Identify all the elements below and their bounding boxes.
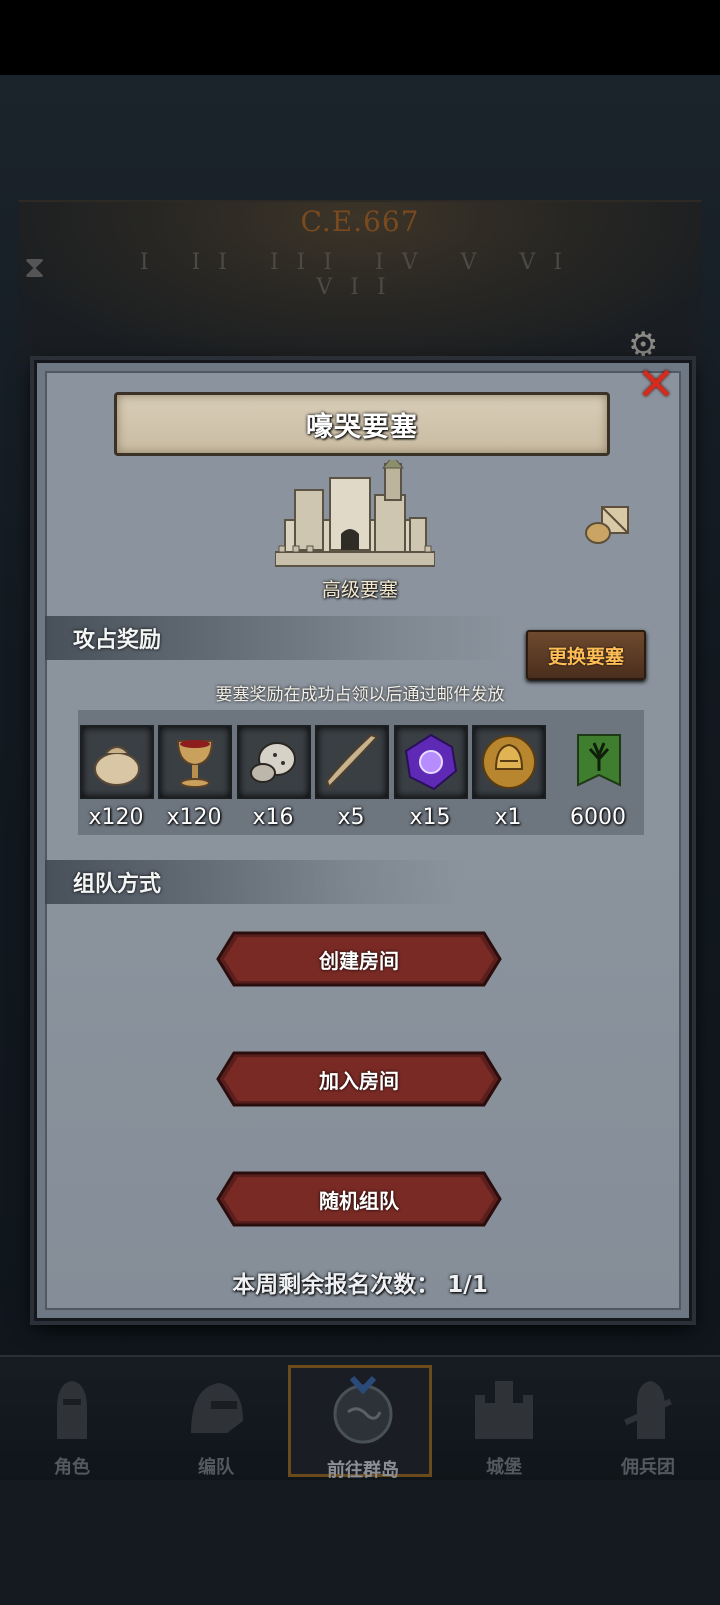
reward-item[interactable]: x1 bbox=[472, 725, 546, 830]
reward-item[interactable]: x120 bbox=[80, 725, 154, 830]
reward-note: 要塞奖励在成功占领以后通过邮件发放 bbox=[215, 685, 505, 705]
nav-item-islands[interactable]: 前往群岛 bbox=[288, 1365, 432, 1481]
globe-icon bbox=[333, 1376, 393, 1444]
reward-qty: x120 bbox=[166, 805, 222, 830]
close-icon: ✕ bbox=[636, 357, 676, 411]
create-room-label: 创建房间 bbox=[319, 948, 399, 973]
reward-qty: x15 bbox=[409, 805, 451, 830]
hourglass-icon: ⧗ bbox=[24, 250, 46, 285]
title-banner: 嚎哭要塞 bbox=[114, 392, 610, 456]
join-room-label: 加入房间 bbox=[319, 1068, 399, 1093]
close-button[interactable]: ✕ bbox=[634, 361, 678, 407]
reward-qty: 6000 bbox=[570, 805, 626, 830]
tree-banner-icon bbox=[577, 734, 621, 787]
reward-section-header: 攻占奖励 bbox=[45, 616, 515, 660]
signup-count: 1/1 bbox=[447, 1272, 488, 1298]
fortress-icon bbox=[275, 460, 435, 567]
nav-item-mercenary[interactable]: 佣兵团 bbox=[576, 1365, 720, 1478]
mercenary-icon bbox=[624, 1381, 672, 1439]
knight-icon bbox=[57, 1381, 87, 1439]
team-section-header: 组队方式 bbox=[45, 860, 465, 904]
reward-qty: x5 bbox=[337, 805, 365, 830]
supply-icon[interactable] bbox=[584, 503, 632, 545]
join-room-button[interactable]: 加入房间 bbox=[216, 1051, 502, 1107]
nav-item-castle[interactable]: 城堡 bbox=[432, 1365, 576, 1478]
nav-item-character[interactable]: 角色 bbox=[0, 1365, 144, 1478]
dial-decoration: I II III IV V VI VII bbox=[139, 250, 581, 300]
reward-qty: x1 bbox=[494, 805, 522, 830]
status-bar bbox=[0, 0, 720, 75]
nav-label: 佣兵团 bbox=[621, 1457, 675, 1478]
goblet-icon bbox=[176, 740, 214, 788]
sack-icon bbox=[94, 746, 140, 786]
nav-label: 角色 bbox=[54, 1457, 90, 1478]
signup-label: 本周剩余报名次数： bbox=[232, 1272, 440, 1298]
nav-label: 城堡 bbox=[486, 1457, 522, 1478]
fortress-grade: 高级要塞 bbox=[321, 579, 398, 601]
signup-remaining: 本周剩余报名次数： 1/1 bbox=[0, 1265, 720, 1299]
era-label: C.E.667 bbox=[300, 205, 420, 238]
create-room-button[interactable]: 创建房间 bbox=[216, 931, 502, 987]
nav-item-formation[interactable]: 编队 bbox=[144, 1365, 288, 1478]
random-team-button[interactable]: 随机组队 bbox=[216, 1171, 502, 1227]
reward-item[interactable]: x120 bbox=[158, 725, 232, 830]
reward-qty: x120 bbox=[88, 805, 144, 830]
nav-label: 编队 bbox=[198, 1457, 234, 1478]
reward-section-title: 攻占奖励 bbox=[73, 628, 162, 653]
helmet-icon bbox=[191, 1383, 243, 1433]
purple-crystal-icon bbox=[404, 733, 458, 791]
castle-icon bbox=[475, 1381, 533, 1439]
reward-item[interactable]: x16 bbox=[237, 725, 311, 830]
horn-icon bbox=[325, 733, 379, 789]
reward-item[interactable]: x5 bbox=[315, 725, 389, 830]
nav-label: 前往群岛 bbox=[327, 1460, 399, 1481]
ore-icon bbox=[250, 742, 296, 783]
dialog-title: 嚎哭要塞 bbox=[306, 411, 418, 443]
bottom-area bbox=[0, 1480, 720, 1605]
helmet-coin-icon bbox=[482, 735, 536, 789]
random-team-label: 随机组队 bbox=[319, 1188, 399, 1213]
team-section-title: 组队方式 bbox=[73, 872, 162, 897]
reward-item[interactable]: x15 bbox=[394, 725, 468, 830]
reward-item[interactable]: 6000 bbox=[562, 725, 634, 830]
change-fortress-button[interactable]: 更换要塞 bbox=[526, 630, 646, 680]
reward-qty: x16 bbox=[252, 805, 294, 830]
